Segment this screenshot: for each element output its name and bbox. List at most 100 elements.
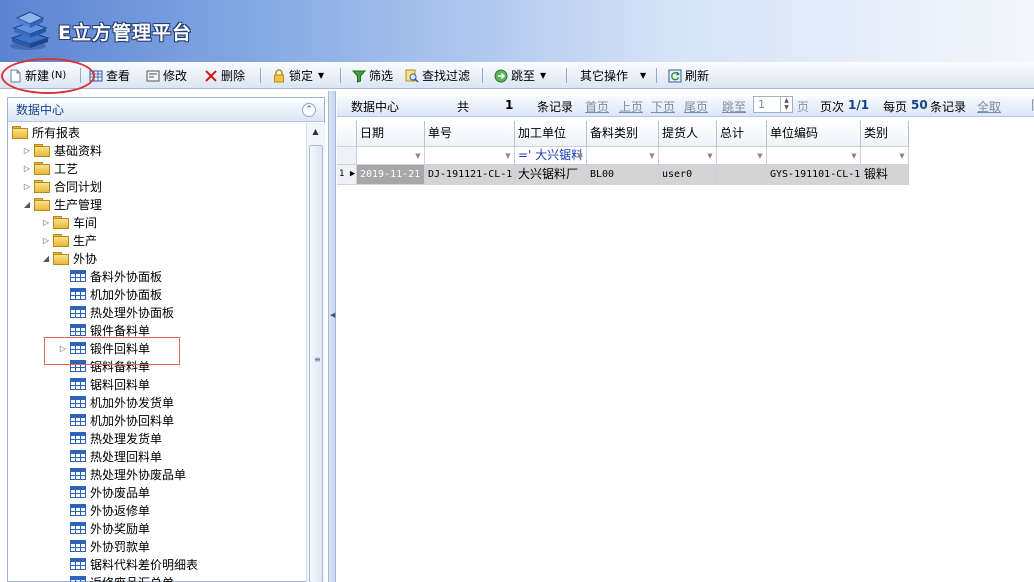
edit-button[interactable]: 修改 [146, 66, 187, 85]
expand-arrow-icon[interactable]: ▷ [22, 164, 32, 173]
table-report-icon [70, 558, 86, 570]
prev-page-link[interactable]: 上页 [619, 98, 643, 115]
tree-node[interactable]: 备料外协面板 [58, 267, 162, 285]
filter-dropdown-icon[interactable]: ▼ [849, 150, 859, 162]
view-button[interactable]: 查看 [89, 66, 130, 85]
tree-node[interactable]: ▷ 工艺 [22, 159, 78, 177]
filter-dropdown-icon[interactable]: ▼ [503, 150, 513, 162]
collapse-arrow-icon[interactable]: ◢ [41, 254, 51, 263]
column-header[interactable]: 备料类别 [587, 121, 659, 147]
filter-funnel-icon [351, 69, 367, 83]
jump-to-link[interactable]: 跳至 [722, 98, 746, 115]
tree-node[interactable]: 外协罚款单 [58, 537, 150, 555]
panel-splitter[interactable]: ◀ [328, 91, 336, 582]
tree-node[interactable]: 机加外协回料单 [58, 411, 174, 429]
column-header[interactable]: 提货人 [659, 121, 717, 147]
tree-node[interactable]: ◢ 生产管理 [22, 195, 102, 213]
expand-arrow-icon[interactable]: ▷ [41, 236, 51, 245]
column-filter-input[interactable]: ▼ [357, 147, 425, 165]
tree-scrollbar[interactable]: ▲ ≡ [306, 123, 325, 582]
table-cell[interactable]: 锻料 [861, 165, 909, 185]
filter-button[interactable]: 筛选 [351, 66, 393, 85]
tree-node[interactable]: 机加外协面板 [58, 285, 162, 303]
column-header[interactable]: 单号 [425, 121, 515, 147]
tree-node[interactable]: ▷ 生产 [41, 231, 97, 249]
first-page-link[interactable]: 首页 [585, 98, 609, 115]
tree-node[interactable]: 所有报表 [12, 123, 80, 141]
delete-button[interactable]: 删除 [204, 66, 245, 85]
column-filter-input[interactable]: ▼ [717, 147, 767, 165]
tree-node-label: 热处理回料单 [90, 449, 163, 464]
table-cell[interactable]: DJ-191121-CL-1 [425, 165, 515, 185]
column-header[interactable]: 类别 [861, 121, 909, 147]
column-header[interactable]: 加工单位 [515, 121, 587, 147]
column-filter-input[interactable]: ▼ [767, 147, 861, 165]
filter-row-header [337, 147, 357, 165]
page-spinner[interactable]: ▲ ▼ [780, 97, 792, 112]
tree-node[interactable]: 机加外协发货单 [58, 393, 174, 411]
toolbar-separator [482, 68, 483, 83]
column-header[interactable]: 日期 [357, 121, 425, 147]
page-unit: 页 [797, 100, 810, 114]
filter-dropdown-icon[interactable]: ▼ [705, 150, 715, 162]
expand-arrow-icon[interactable]: ▷ [22, 146, 32, 155]
other-operations-dropdown[interactable]: 其它操作 ▼ [580, 66, 646, 85]
tree-node[interactable]: 外协废品单 [58, 483, 150, 501]
scroll-up-arrow-icon[interactable]: ▲ [307, 123, 324, 140]
column-header[interactable]: 总计 [717, 121, 767, 147]
tree-node[interactable]: 锯料回料单 [58, 375, 150, 393]
tree-node[interactable]: 外协返修单 [58, 501, 150, 519]
row-number[interactable]: 1 ▶ [337, 165, 357, 185]
jump-dropdown-button[interactable]: 跳至 ▼ [494, 66, 546, 85]
column-filter-input[interactable]: =' 大兴锯料 ▼ [515, 147, 587, 165]
table-report-icon [70, 432, 86, 444]
tree-node-label: 生产管理 [54, 197, 103, 212]
tree-node[interactable]: 热处理发货单 [58, 429, 162, 447]
scrollbar-thumb[interactable]: ≡ [309, 145, 323, 582]
next-page-link[interactable]: 下页 [651, 98, 675, 115]
tree-node[interactable]: 热处理回料单 [58, 447, 162, 465]
collapse-arrow-icon[interactable]: ◢ [22, 200, 32, 209]
filter-dropdown-icon[interactable]: ▼ [575, 150, 585, 162]
tree-node-label: 合同计划 [54, 179, 103, 194]
expand-arrow-icon[interactable]: ▷ [41, 218, 51, 227]
filter-dropdown-icon[interactable]: ▼ [897, 150, 907, 162]
delete-button-label: 删除 [221, 69, 246, 83]
column-filter-input[interactable]: ▼ [659, 147, 717, 165]
tree-node-label: 机加外协面板 [90, 287, 163, 302]
tree-node[interactable]: 返修废品汇总单 [58, 573, 174, 582]
table-cell[interactable]: BL00 [587, 165, 659, 185]
filter-dropdown-icon[interactable]: ▼ [755, 150, 765, 162]
tree-node[interactable]: ▷ 合同计划 [22, 177, 102, 195]
tree-node[interactable]: 热处理外协废品单 [58, 465, 186, 483]
tree-node[interactable]: ▷ 车间 [41, 213, 97, 231]
column-header[interactable]: 单位编码 [767, 121, 861, 147]
column-filter-input[interactable]: ▼ [861, 147, 909, 165]
table-cell[interactable]: 2019-11-21 [357, 165, 425, 185]
tree-node[interactable]: ▷ 基础资料 [22, 141, 102, 159]
last-page-link[interactable]: 尾页 [684, 98, 708, 115]
tree-node-label: 外协返修单 [90, 503, 151, 518]
table-cell[interactable] [717, 165, 767, 185]
tree-node[interactable]: 锯料代料差价明细表 [58, 555, 198, 573]
column-filter-input[interactable]: ▼ [425, 147, 515, 165]
table-report-icon [70, 324, 86, 336]
tree-node[interactable]: ◢ 外协 [41, 249, 97, 267]
lock-dropdown-button[interactable]: 锁定 ▼ [272, 66, 324, 85]
filter-dropdown-icon[interactable]: ▼ [647, 150, 657, 162]
tree-node[interactable]: 外协奖励单 [58, 519, 150, 537]
column-filter-input[interactable]: ▼ [587, 147, 659, 165]
expand-arrow-icon[interactable]: ▷ [22, 182, 32, 191]
filter-dropdown-icon[interactable]: ▼ [413, 150, 423, 162]
folder-icon [34, 162, 50, 175]
collapse-up-icon[interactable]: ⌃ [302, 103, 316, 117]
tree-node[interactable]: 热处理外协面板 [58, 303, 174, 321]
select-all-link[interactable]: 全取 [977, 98, 1001, 115]
refresh-button[interactable]: 刷新 [668, 66, 709, 85]
find-filter-button[interactable]: 查找过滤 [405, 66, 470, 85]
table-cell[interactable]: 大兴锯料厂 [515, 165, 587, 185]
total-count: 1 [505, 98, 514, 112]
table-cell[interactable]: GYS-191101-CL-1 [767, 165, 861, 185]
page-number-input[interactable]: 1 ▲ ▼ [753, 96, 793, 113]
table-cell[interactable]: user0 [659, 165, 717, 185]
